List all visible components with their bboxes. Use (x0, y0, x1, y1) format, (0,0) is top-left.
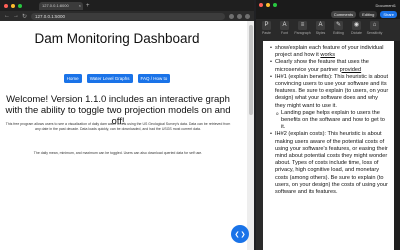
doc-titlebar: Document1 (256, 0, 400, 10)
minimize-window-icon[interactable] (11, 3, 15, 8)
reload-icon[interactable]: ↻ (22, 13, 27, 20)
maximize-window-icon[interactable] (18, 3, 22, 8)
ribbon-label: Font (280, 31, 288, 35)
browser-tab-bar: 127.0.0.1:8000 × + (0, 0, 254, 11)
share-button[interactable]: Share (380, 11, 397, 18)
arrow-right-icon[interactable]: ❯ (241, 231, 246, 238)
address-bar: ← → ↻ 127.0.0.1:5000 (0, 11, 254, 21)
browser-window: 127.0.0.1:8000 × + ← → ↻ 127.0.0.1:5000 … (0, 0, 254, 250)
sensitivity-button[interactable]: ⌂ Sensitivity (367, 21, 382, 35)
document-page[interactable]: show/explain each feature of your indivi… (263, 41, 394, 250)
toggle-paragraph: The daily mean, minimum, and maximum can… (33, 151, 203, 155)
doc-maximize-icon[interactable] (273, 3, 277, 7)
paste-icon: P (262, 21, 271, 30)
styles-button[interactable]: A Styles (313, 21, 328, 35)
document-gutter (256, 41, 263, 250)
microphone-icon: ◉ (352, 21, 361, 30)
arrow-left-icon[interactable]: ❮ (234, 231, 239, 238)
page-scrollbar[interactable] (247, 21, 254, 250)
extension-icon[interactable] (229, 13, 234, 19)
ribbon-label: Sensitivity (366, 31, 383, 35)
new-tab-icon[interactable]: + (86, 3, 90, 9)
ribbon-label: Styles (315, 31, 326, 35)
doc-minimize-icon[interactable] (266, 3, 270, 7)
description-paragraph: This free program allows users to see a … (5, 122, 231, 131)
browser-toolbar-icons (229, 13, 250, 19)
carousel-arrows-button[interactable]: ❮ ❯ (231, 225, 249, 243)
word-window: Document1 Comments Editing Share P Paste … (256, 0, 400, 250)
paste-button[interactable]: P Paste (259, 21, 274, 35)
document-area: show/explain each feature of your indivi… (256, 41, 400, 250)
font-button[interactable]: A Font (277, 21, 292, 35)
sub-bullet-item[interactable]: Landing page helps explain to users the … (270, 110, 389, 132)
paragraph-icon: ≡ (298, 21, 307, 30)
bullet-list: show/explain each feature of your indivi… (270, 45, 389, 196)
home-button[interactable]: Home (63, 74, 82, 83)
paragraph-button[interactable]: ≡ Paragraph (294, 21, 311, 35)
page-title: Dam Monitoring Dashboard (34, 31, 200, 46)
styles-icon: A (316, 21, 325, 30)
doc-action-bar: Comments Editing Share (256, 10, 400, 19)
ribbon-label: Dictate (351, 31, 362, 35)
web-page: Dam Monitoring Dashboard Home Water Leve… (0, 21, 254, 250)
url-input[interactable]: 127.0.0.1:5000 (31, 12, 225, 20)
back-icon[interactable]: ← (4, 13, 10, 19)
tab-close-icon[interactable]: × (79, 2, 81, 10)
water-level-graphs-button[interactable]: Water Level Graphs (86, 74, 133, 83)
doc-close-icon[interactable] (259, 3, 263, 7)
dictate-button[interactable]: ◉ Dictate (349, 21, 364, 35)
ribbon-label: Paragraph (294, 31, 311, 35)
close-window-icon[interactable] (4, 3, 8, 8)
scrollbar-thumb[interactable] (248, 25, 253, 115)
ribbon-label: Editing (333, 31, 344, 35)
profile-icon[interactable] (237, 13, 242, 19)
bullet-item[interactable]: IH#1 (explain benefits): This heuristic … (270, 74, 389, 110)
editing-icon: ✎ (334, 21, 343, 30)
bullet-item[interactable]: IH#2 (explain costs): This heuristic is … (270, 131, 389, 196)
page-nav: Home Water Level Graphs FAQ / How to (0, 74, 234, 83)
browser-tab-title: 127.0.0.1:8000 (42, 2, 69, 8)
sensitivity-icon: ⌂ (370, 21, 379, 30)
comments-button[interactable]: Comments (330, 11, 357, 18)
forward-icon[interactable]: → (13, 13, 19, 19)
document-name: Document1 (375, 2, 396, 8)
font-icon: A (280, 21, 289, 30)
bullet-item[interactable]: Clearly show the feature that uses the m… (270, 59, 389, 73)
ribbon-label: Paste (262, 31, 271, 35)
editing-button[interactable]: ✎ Editing (331, 21, 346, 35)
bullet-item[interactable]: show/explain each feature of your indivi… (270, 45, 389, 59)
browser-tab[interactable]: 127.0.0.1:8000 × (39, 1, 83, 10)
menu-icon[interactable] (245, 13, 250, 19)
faq-button[interactable]: FAQ / How to (137, 74, 171, 83)
editing-mode-button[interactable]: Editing (359, 11, 378, 18)
